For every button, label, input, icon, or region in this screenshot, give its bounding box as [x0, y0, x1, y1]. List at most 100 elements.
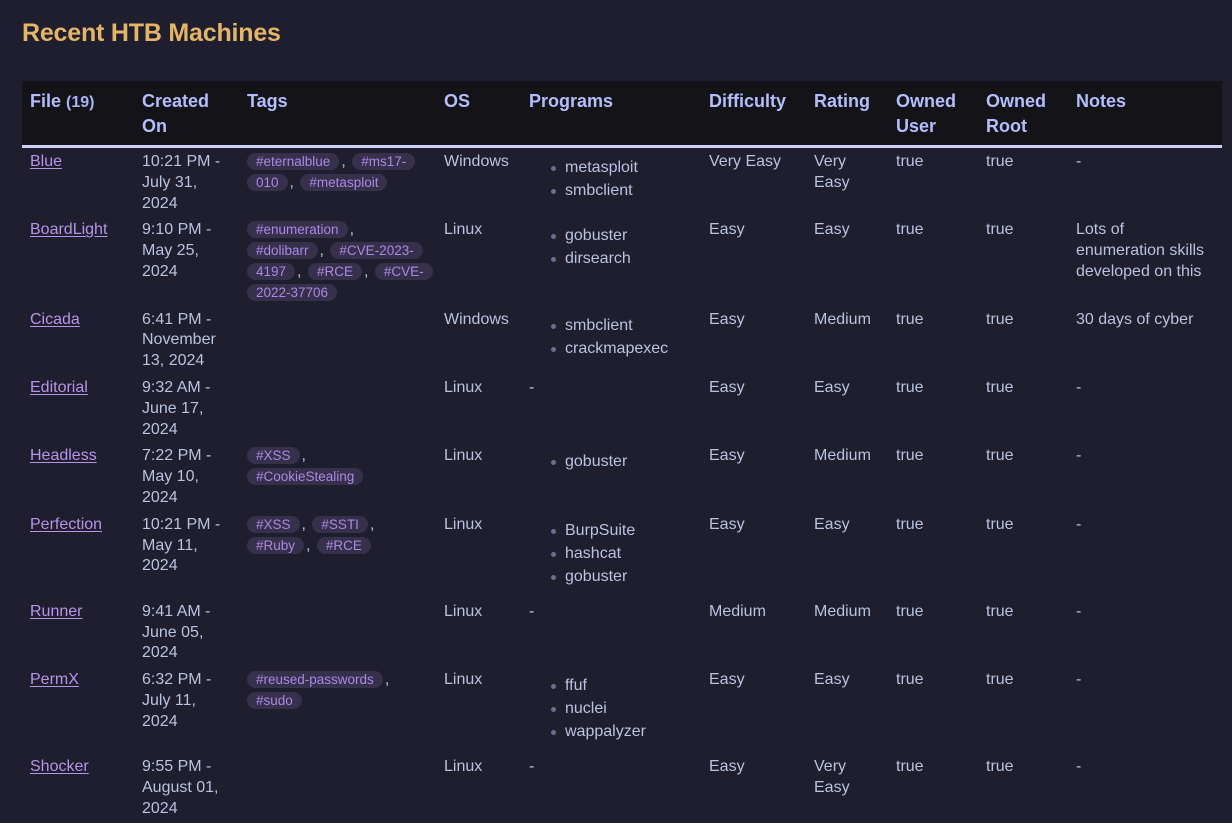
os-cell: Linux [444, 671, 483, 689]
table-row: Editorial 9:32 AM - June 17, 2024 Linux - Ea… [22, 374, 1222, 442]
column-header-programs[interactable]: Programs [521, 81, 701, 148]
programs-cell: gobuster dirsearch [521, 216, 701, 305]
file-link[interactable]: Cicada [30, 311, 80, 328]
file-link[interactable]: Shocker [30, 758, 89, 775]
column-header-difficulty[interactable]: Difficulty [701, 81, 806, 148]
tags-cell: #reused-passwords, #sudo [239, 666, 436, 753]
created-cell: 7:22 PM - May 10, 2024 [142, 447, 212, 506]
programs-cell: metasploit smbclient [521, 147, 701, 217]
tag-separator: , [369, 515, 375, 533]
program-item: gobuster [551, 224, 693, 247]
owned-root-cell: true [986, 447, 1014, 465]
file-count-badge: (19) [66, 94, 95, 111]
tag-chip[interactable]: #RCE [316, 536, 371, 554]
programs-cell: gobuster [521, 442, 701, 510]
tag-chip[interactable]: #XSS [247, 447, 300, 465]
owned-user-cell: true [896, 378, 924, 396]
owned-root-cell: true [986, 221, 1014, 239]
tags-cell: #XSS, #CookieStealing [239, 442, 436, 510]
tag-chip[interactable]: #dolibarr [247, 242, 318, 260]
difficulty-cell: Easy [709, 447, 745, 465]
table-header: File (19) Created On Tags OS Programs Di… [22, 81, 1222, 148]
tag-chip[interactable]: #CookieStealing [247, 468, 364, 486]
tag-separator: , [297, 262, 306, 280]
notes-cell: - [1076, 515, 1082, 533]
column-header-owned-user[interactable]: Owned User [888, 81, 978, 148]
file-link[interactable]: BoardLight [30, 221, 107, 238]
tag-separator: , [319, 242, 329, 260]
tag-chip[interactable]: #metasploit [300, 173, 388, 191]
program-item: ffuf [551, 674, 693, 697]
program-item: hashcat [551, 542, 693, 565]
tag-chip[interactable]: #SSTI [312, 515, 368, 533]
tag-chip[interactable]: #Ruby [247, 536, 305, 554]
tag-chip[interactable]: #sudo [247, 691, 302, 709]
column-header-file[interactable]: File (19) [22, 81, 134, 148]
created-cell: 9:10 PM - May 25, 2024 [142, 221, 212, 280]
file-link[interactable]: Editorial [30, 379, 88, 396]
tag-separator: , [306, 536, 315, 554]
owned-user-cell: true [896, 671, 924, 689]
owned-user-cell: true [896, 153, 924, 170]
file-cell: Perfection [22, 511, 134, 598]
tags-cell [239, 374, 436, 442]
file-cell: Editorial [22, 374, 134, 442]
tag-chip[interactable]: #reused-passwords [247, 671, 383, 689]
file-cell: BoardLight [22, 216, 134, 305]
rating-cell: Medium [814, 310, 871, 328]
os-cell: Linux [444, 515, 483, 533]
notes-cell: 30 days of cyber [1076, 310, 1194, 328]
owned-root-cell: true [986, 153, 1014, 170]
os-cell: Linux [444, 221, 483, 239]
column-header-created[interactable]: Created On [134, 81, 239, 148]
file-link[interactable]: Headless [30, 447, 97, 464]
column-header-notes[interactable]: Notes [1068, 81, 1222, 148]
tag-separator: , [301, 515, 311, 533]
programs-empty: - [529, 602, 535, 620]
os-cell: Windows [444, 310, 509, 328]
os-cell: Linux [444, 378, 483, 396]
notes-cell: - [1076, 378, 1082, 396]
table-row: PermX 6:32 PM - July 11, 2024 #reused-pass… [22, 666, 1222, 753]
owned-user-cell: true [896, 515, 924, 533]
notes-cell: - [1076, 153, 1082, 170]
table-row: Shocker 9:55 PM - August 01, 2024 Linux - Ea… [22, 753, 1222, 821]
file-link[interactable]: PermX [30, 671, 79, 688]
column-header-owned-root[interactable]: Owned Root [978, 81, 1068, 148]
column-header-rating[interactable]: Rating [806, 81, 888, 148]
created-cell: 9:55 PM - August 01, 2024 [142, 758, 219, 817]
difficulty-cell: Medium [709, 602, 766, 620]
os-cell: Linux [444, 602, 483, 620]
dataview-page: Recent HTB Machines File (19) Created On… [0, 0, 1232, 822]
tags-cell [239, 598, 436, 666]
column-header-os[interactable]: OS [436, 81, 521, 148]
file-cell: Cicada [22, 306, 134, 374]
tag-chip[interactable]: #RCE [307, 262, 362, 280]
column-header-tags[interactable]: Tags [239, 81, 436, 148]
tag-chip[interactable]: #enumeration [247, 221, 348, 239]
programs-list: smbclient crackmapexec [529, 310, 693, 368]
programs-empty: - [529, 758, 535, 776]
program-item: metasploit [551, 156, 693, 179]
file-link[interactable]: Perfection [30, 516, 102, 533]
rating-cell: Easy [814, 515, 850, 533]
table-row: Headless 7:22 PM - May 10, 2024 #XSS, #Coo… [22, 442, 1222, 510]
tag-chip[interactable]: #eternalblue [247, 153, 340, 170]
owned-user-cell: true [896, 758, 924, 776]
tags-cell: #eternalblue, #ms17-010, #metasploit [239, 147, 436, 217]
created-cell: 10:21 PM - May 11, 2024 [142, 515, 221, 575]
file-link[interactable]: Runner [30, 603, 82, 620]
difficulty-cell: Easy [709, 515, 745, 533]
tag-separator: , [384, 671, 390, 689]
file-cell: Headless [22, 442, 134, 510]
difficulty-cell: Easy [709, 221, 745, 239]
program-item: dirsearch [551, 247, 693, 270]
owned-root-cell: true [986, 758, 1014, 776]
difficulty-cell: Easy [709, 671, 745, 689]
tag-chip[interactable]: #XSS [247, 515, 300, 533]
programs-cell: - [521, 374, 701, 442]
file-link[interactable]: Blue [30, 153, 62, 170]
machines-table: File (19) Created On Tags OS Programs Di… [22, 81, 1222, 822]
program-item: nuclei [551, 697, 693, 720]
owned-root-cell: true [986, 602, 1014, 620]
